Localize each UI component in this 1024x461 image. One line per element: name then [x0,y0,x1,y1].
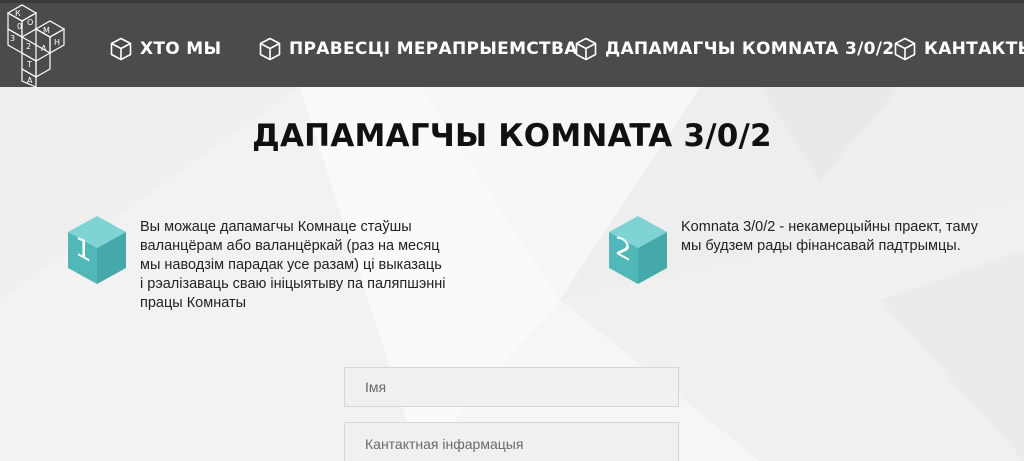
nav-item-label: КАНТАКТЫ [924,39,1024,59]
feature-line: мы наводзім парадак усе разам) ці выказа… [140,257,442,273]
feature-block-donation: 2 Komnata 3/0/2 - некамерцыйны праект, т… [607,214,987,294]
logo-letter: 0 [17,22,22,31]
logo-letter: 2 [26,42,31,51]
logo-letter: М [43,26,50,35]
logo-cube-icon[interactable]: К О М Н А Т А 3 0 2 [0,3,72,90]
cube-icon [575,37,597,61]
logo-letter: Н [54,38,60,47]
logo-letter: К [15,9,21,18]
feature-line: Вы можаце дапамагчы Комнаце стаўшы [140,219,412,235]
feature-text: Вы можаце дапамагчы Комнаце стаўшы валан… [140,218,470,313]
name-field[interactable] [344,367,679,407]
nav-item-about[interactable]: ХТО МЫ [110,35,221,63]
feature-line: валанцёрам або валанцёркай (раз на месяц [140,238,440,254]
contact-field[interactable] [344,422,679,461]
cube-icon [110,37,132,61]
nav-item-label: ДАПАМАГЧЫ КОМNATA 3/0/2 [605,39,895,59]
numbered-cube-icon: 2 [609,216,667,284]
numbered-cube-icon: 1 [68,216,126,284]
logo-letter: А [27,76,33,85]
nav-item-label: ПРАВЕСЦІ МЕРАПРЫЕМСТВА [289,39,578,59]
logo-letter: 3 [10,34,15,43]
page-title: ДАПАМАГЧЫ КОМNATA 3/0/2 [252,118,772,154]
feature-line: мы будзем рады фінансавай падтрымцы. [681,238,961,254]
logo-letter: Т [26,60,32,69]
nav-item-label: ХТО МЫ [140,39,222,59]
cube-icon [894,37,916,61]
contact-input[interactable] [365,436,678,452]
cube-icon [259,37,281,61]
feature-block-volunteer: 1 Вы можаце дапамагчы Комнаце стаўшы вал… [66,214,466,314]
logo-letter: А [41,44,47,53]
logo-letter: О [27,18,33,27]
feature-text: Komnata 3/0/2 - некамерцыйны праект, там… [681,218,986,256]
feature-line: Komnata 3/0/2 - некамерцыйны праект, там… [681,219,978,235]
nav-item-events[interactable]: ПРАВЕСЦІ МЕРАПРЫЕМСТВА [259,35,578,63]
nav-item-help[interactable]: ДАПАМАГЧЫ КОМNATA 3/0/2 [575,35,894,63]
feature-line: працы Комнаты [140,295,247,311]
nav-item-contacts[interactable]: КАНТАКТЫ [894,35,1024,63]
top-navigation-bar: К О М Н А Т А 3 0 2 ХТО МЫ ПРАВЕСЦІ МЕРА… [0,0,1024,90]
feature-line: і рэалізаваць сваю ініцыятыву па паляпшэ… [140,276,446,292]
name-input[interactable] [365,379,678,395]
